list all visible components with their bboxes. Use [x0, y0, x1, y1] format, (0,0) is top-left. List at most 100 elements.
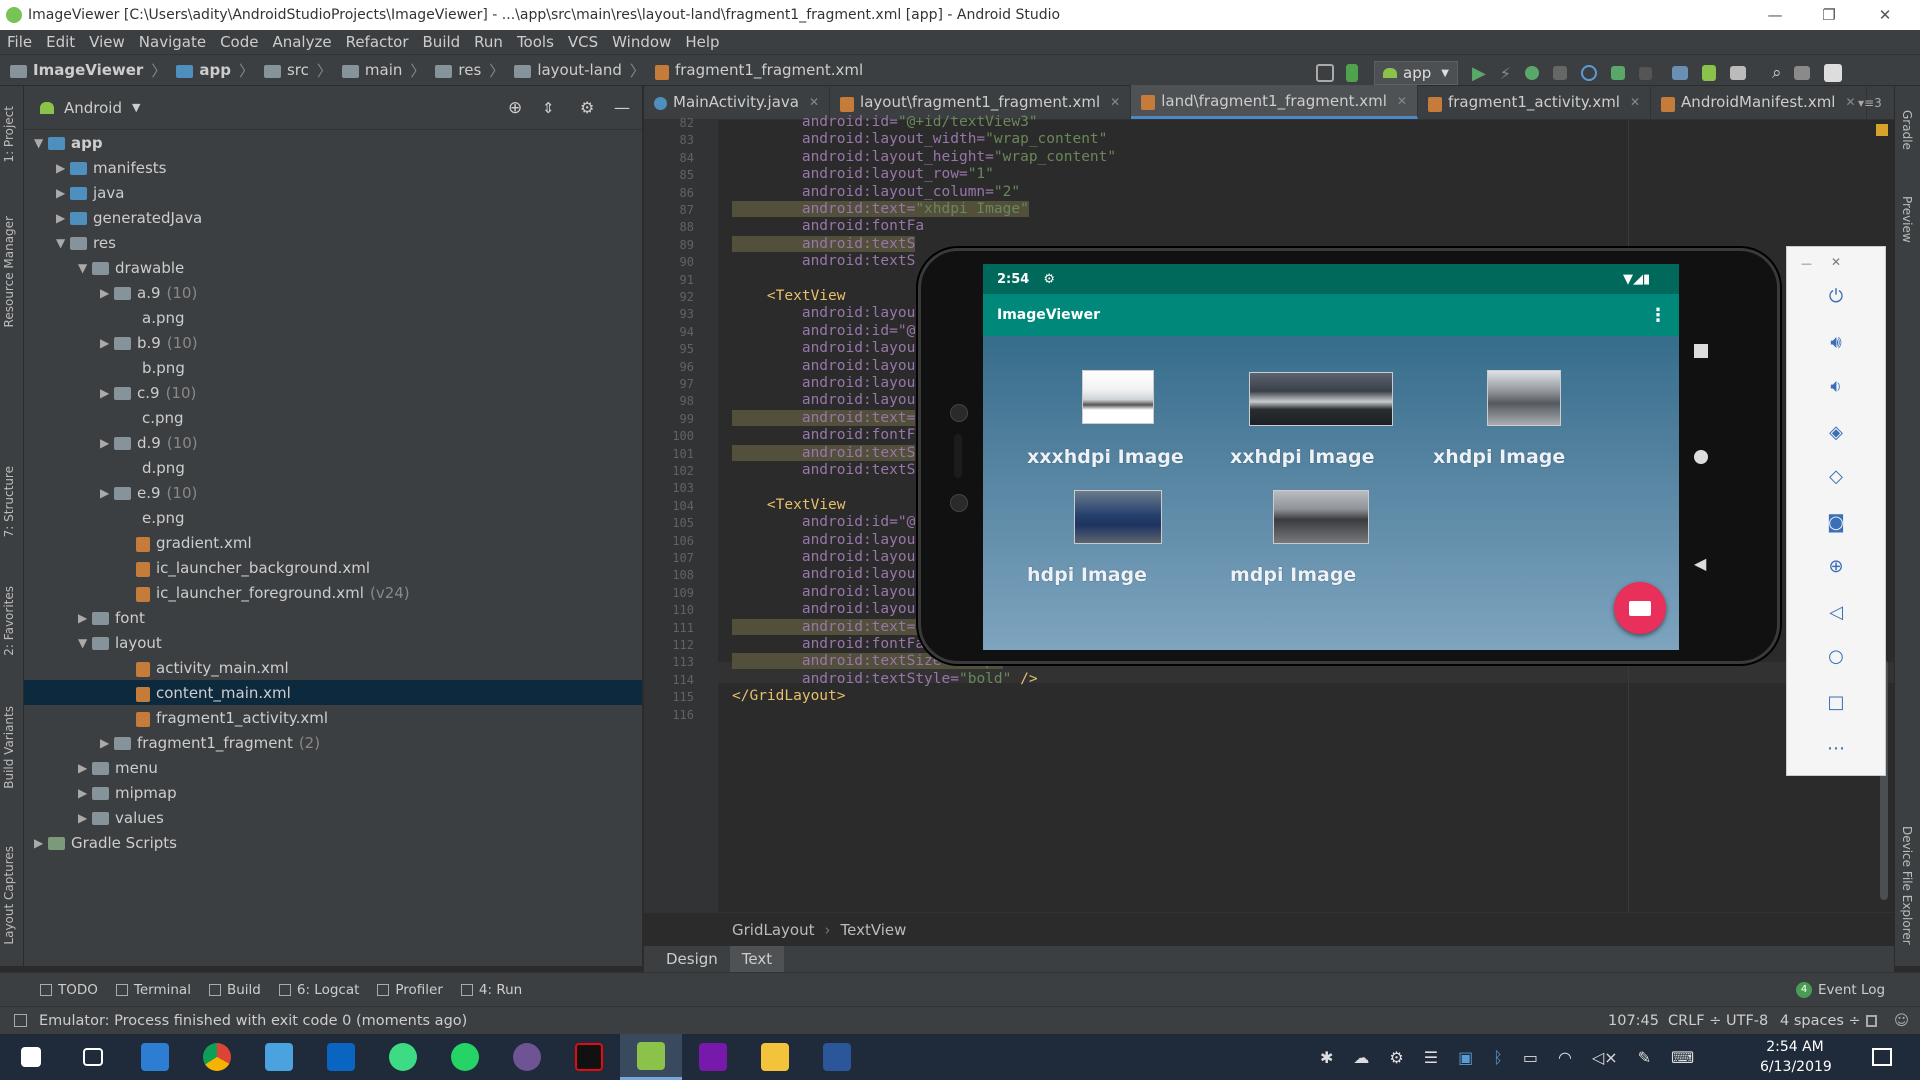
- tree-item[interactable]: ▶ manifests: [24, 155, 642, 180]
- collapsed-arrow-icon[interactable]: ▶: [100, 486, 114, 500]
- tree-item[interactable]: ▶ java: [24, 180, 642, 205]
- tree-item[interactable]: ▼ app: [24, 130, 642, 155]
- breadcrumb-textview[interactable]: TextView: [840, 921, 906, 939]
- menu-file[interactable]: File: [0, 33, 39, 51]
- menu-edit[interactable]: Edit: [39, 33, 82, 51]
- menu-navigate[interactable]: Navigate: [132, 33, 213, 51]
- close-icon[interactable]: ✕: [1862, 0, 1908, 30]
- collapsed-arrow-icon[interactable]: ▶: [100, 736, 114, 750]
- collapsed-arrow-icon[interactable]: ▶: [100, 386, 114, 400]
- power-icon[interactable]: ⏻: [1821, 281, 1851, 311]
- layout-icon[interactable]: [1316, 64, 1334, 82]
- menu-build[interactable]: Build: [416, 33, 468, 51]
- tree-item[interactable]: ▶ c.9 (10): [24, 380, 642, 405]
- close-tab-icon[interactable]: ✕: [1397, 94, 1407, 108]
- rotate-left-icon[interactable]: ◈: [1821, 417, 1851, 447]
- gear-icon[interactable]: ⚙: [580, 98, 594, 117]
- profile-icon[interactable]: [1581, 65, 1598, 81]
- word-icon[interactable]: [806, 1034, 868, 1080]
- close-tab-icon[interactable]: ✕: [1110, 95, 1120, 109]
- expanded-arrow-icon[interactable]: ▼: [56, 236, 70, 250]
- tree-item[interactable]: ▶ values: [24, 805, 642, 830]
- collapsed-arrow-icon[interactable]: ▶: [100, 286, 114, 300]
- more-icon[interactable]: ⋯: [1821, 733, 1851, 763]
- collapsed-arrow-icon[interactable]: ▶: [56, 161, 70, 175]
- tree-item[interactable]: ▶ d.9 (10): [24, 430, 642, 455]
- breadcrumb-item[interactable]: app 〉: [176, 60, 254, 81]
- collapsed-arrow-icon[interactable]: ▶: [100, 436, 114, 450]
- onenote-icon[interactable]: [682, 1034, 744, 1080]
- tool-window-button[interactable]: Build: [208, 982, 261, 998]
- desktop-app-icon[interactable]: [124, 1034, 186, 1080]
- locate-icon[interactable]: ⊕: [508, 98, 522, 118]
- menu-code[interactable]: Code: [213, 33, 265, 51]
- avd-manager-icon[interactable]: [1702, 65, 1717, 81]
- tree-item[interactable]: gradient.xml: [24, 530, 642, 555]
- tool-build-variants[interactable]: Build Variants: [2, 706, 16, 789]
- minimize-icon[interactable]: —: [1752, 0, 1798, 30]
- expanded-arrow-icon[interactable]: ▼: [78, 636, 92, 650]
- sdk-manager-icon[interactable]: [1730, 66, 1747, 80]
- volume-down-icon[interactable]: 🔉︎: [1821, 371, 1851, 401]
- volume-up-icon[interactable]: 🔊︎: [1821, 327, 1851, 357]
- tool-window-button[interactable]: 4: Run: [460, 982, 522, 998]
- tool-layout-captures[interactable]: Layout Captures: [2, 846, 16, 945]
- menu-vcs[interactable]: VCS: [561, 33, 605, 51]
- collapsed-arrow-icon[interactable]: ▶: [78, 611, 92, 625]
- project-view-select[interactable]: Android: [64, 99, 122, 117]
- menu-tools[interactable]: Tools: [510, 33, 561, 51]
- editor-tab[interactable]: AndroidManifest.xml ✕: [1651, 85, 1867, 119]
- line-separator[interactable]: CRLF ÷: [1668, 1013, 1721, 1029]
- breadcrumb-item[interactable]: layout-land 〉: [514, 60, 645, 81]
- menu-refactor[interactable]: Refactor: [339, 33, 416, 51]
- collapse-all-icon[interactable]: ⇕: [542, 99, 555, 117]
- panel-minimize-icon[interactable]: —: [1801, 257, 1812, 270]
- tool-preview[interactable]: Preview: [1900, 196, 1914, 243]
- indent-setting[interactable]: 4 spaces ÷: [1780, 1013, 1861, 1029]
- breadcrumb-gridlayout[interactable]: GridLayout: [732, 921, 814, 939]
- overview-icon[interactable]: □: [1821, 687, 1851, 717]
- tool-resource-manager[interactable]: Resource Manager: [2, 216, 16, 327]
- tool-favorites[interactable]: 2: Favorites: [2, 586, 16, 656]
- menu-analyze[interactable]: Analyze: [265, 33, 338, 51]
- tool-window-button[interactable]: TODO: [40, 982, 98, 998]
- menu-window[interactable]: Window: [605, 33, 678, 51]
- avatar[interactable]: [1823, 64, 1842, 82]
- attach-debugger-icon[interactable]: [1611, 66, 1626, 80]
- event-log-button[interactable]: Event Log: [1818, 982, 1885, 998]
- tree-item[interactable]: ▶ mipmap: [24, 780, 642, 805]
- file-explorer-icon[interactable]: [744, 1034, 806, 1080]
- chevron-down-icon[interactable]: ▼: [132, 101, 140, 114]
- battery-icon[interactable]: ▭: [1523, 1048, 1538, 1067]
- sync-gradle-icon[interactable]: [1672, 66, 1689, 80]
- tool-gradle[interactable]: Gradle: [1900, 110, 1914, 150]
- lock-icon[interactable]: [1866, 1014, 1877, 1027]
- file-encoding[interactable]: UTF-8: [1726, 1013, 1768, 1029]
- status-panel-icon[interactable]: [14, 1014, 27, 1027]
- tray-chat-icon[interactable]: ☰: [1424, 1048, 1438, 1067]
- tab-design[interactable]: Design: [654, 946, 730, 972]
- editor-tab[interactable]: fragment1_activity.xml ✕: [1418, 85, 1652, 119]
- bluetooth-icon[interactable]: ᛒ: [1493, 1048, 1503, 1067]
- tray-app-icon[interactable]: ✱: [1320, 1048, 1333, 1067]
- system-clock[interactable]: 2:54 AM 6/13/2019: [1760, 1037, 1832, 1077]
- tree-item[interactable]: ic_launcher_background.xml: [24, 555, 642, 580]
- whatsapp-icon[interactable]: [434, 1034, 496, 1080]
- menu-view[interactable]: View: [82, 33, 132, 51]
- breadcrumb-item[interactable]: main 〉: [341, 60, 425, 81]
- tree-item[interactable]: ▶ b.9 (10): [24, 330, 642, 355]
- tree-item[interactable]: ▼ layout: [24, 630, 642, 655]
- tree-item[interactable]: ▶ font: [24, 605, 642, 630]
- tree-item[interactable]: ▶ a.9 (10): [24, 280, 642, 305]
- emulator-taskbar-icon[interactable]: [620, 1034, 682, 1080]
- project-structure-icon[interactable]: [1793, 66, 1810, 80]
- wifi-tray-icon[interactable]: ◠: [1558, 1048, 1572, 1067]
- caret-position[interactable]: 107:45: [1608, 1013, 1659, 1029]
- tray-settings-icon[interactable]: ⚙: [1389, 1048, 1403, 1067]
- close-tab-icon[interactable]: ✕: [1845, 95, 1855, 109]
- tree-item[interactable]: e.png: [24, 505, 642, 530]
- tree-item[interactable]: ▼ drawable: [24, 255, 642, 280]
- nav-home-icon[interactable]: [1694, 450, 1708, 464]
- editor-tab[interactable]: land\fragment1_fragment.xml ✕: [1131, 85, 1418, 119]
- tree-item[interactable]: c.png: [24, 405, 642, 430]
